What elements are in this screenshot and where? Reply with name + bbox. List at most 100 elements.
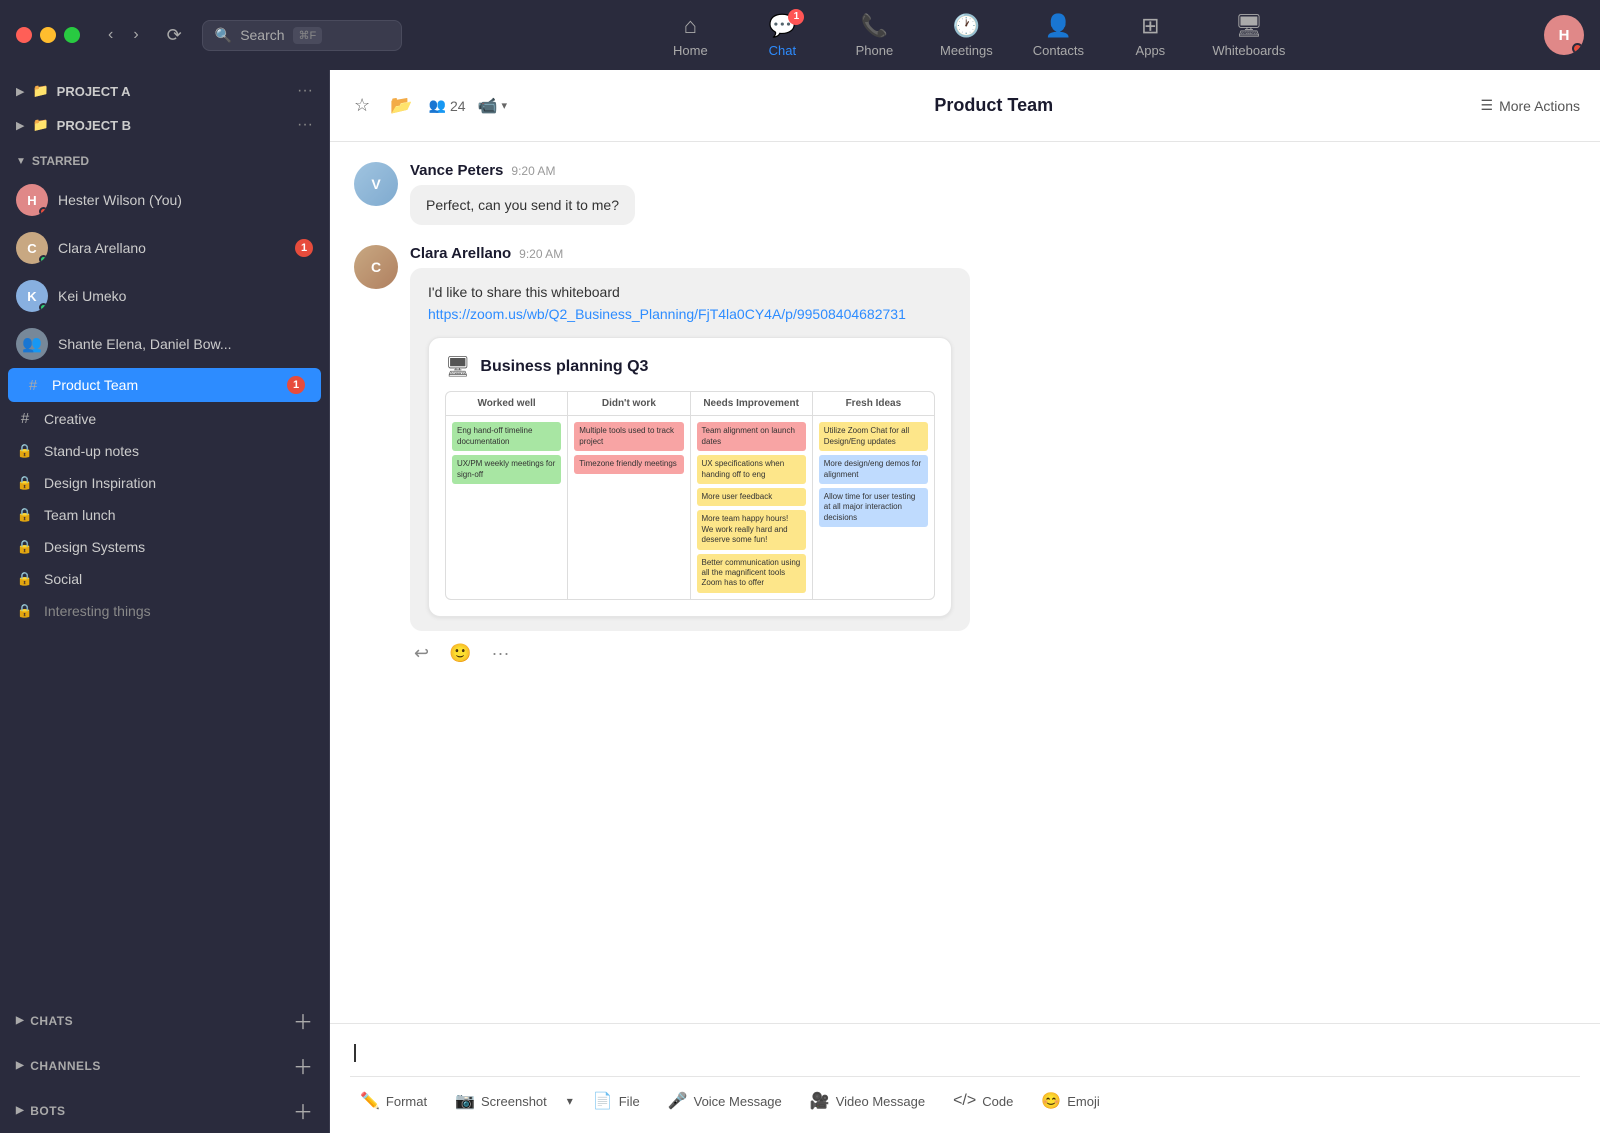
- messages-area[interactable]: V Vance Peters 9:20 AM Perfect, can you …: [330, 142, 1600, 1023]
- wb-col-2-header: Didn't work: [568, 392, 690, 415]
- folder-more-icon[interactable]: ···: [297, 82, 313, 100]
- search-bar[interactable]: 🔍 Search ⌘F: [202, 20, 402, 51]
- folder-icon: 📁: [32, 83, 48, 99]
- home-icon: ⌂: [684, 13, 697, 39]
- maximize-button[interactable]: [64, 27, 80, 43]
- add-bot-button[interactable]: ＋: [293, 1096, 313, 1125]
- message-group-vance: V Vance Peters 9:20 AM Perfect, can you …: [354, 162, 1576, 225]
- sidebar-item-social[interactable]: 🔒 Social: [0, 563, 329, 595]
- user-avatar-initials: H: [1559, 27, 1570, 44]
- tab-apps[interactable]: ⊞ Apps: [1120, 13, 1180, 58]
- message-actions: ↩ 🙂 ···: [410, 631, 1576, 672]
- format-button[interactable]: ✏️ Format: [350, 1085, 437, 1117]
- bots-section-header[interactable]: ▶ BOTS ＋: [0, 1088, 329, 1133]
- message-header-vance: Vance Peters 9:20 AM: [410, 162, 1576, 179]
- folder-project-a[interactable]: ▶ 📁 PROJECT A ···: [0, 74, 329, 108]
- chats-section-header[interactable]: ▶ CHATS ＋: [0, 998, 329, 1043]
- whiteboard-card[interactable]: 🖥 Business planning Q3 Worked well Didn'…: [428, 337, 952, 616]
- sticky-4-1: Utilize Zoom Chat for all Design/Eng upd…: [819, 422, 928, 451]
- sticky-4-3: Allow time for user testing at all major…: [819, 488, 928, 527]
- lock-icon-sys: 🔒: [16, 539, 34, 555]
- star-button[interactable]: ☆: [350, 91, 374, 120]
- sidebar-item-product-team[interactable]: # Product Team 1: [8, 368, 321, 402]
- voice-message-button[interactable]: 🎤 Voice Message: [658, 1085, 792, 1117]
- sidebar-item-hester[interactable]: H Hester Wilson (You): [0, 176, 329, 224]
- video-button[interactable]: 📹 ▾: [478, 96, 507, 116]
- sidebar-item-creative[interactable]: # Creative: [0, 402, 329, 435]
- tab-phone-label: Phone: [856, 43, 894, 58]
- file-button[interactable]: 📄 File: [583, 1085, 650, 1117]
- sidebar-item-creative-label: Creative: [44, 411, 96, 427]
- tab-meetings[interactable]: 🕐 Meetings: [936, 13, 996, 58]
- folder-b-more-icon[interactable]: ···: [297, 116, 313, 134]
- sticky-1-2: UX/PM weekly meetings for sign-off: [452, 455, 561, 484]
- code-icon: </>: [953, 1092, 976, 1110]
- user-avatar[interactable]: H: [1544, 15, 1584, 55]
- tab-chat-label: Chat: [769, 43, 796, 58]
- forward-button[interactable]: ›: [125, 22, 146, 48]
- back-button[interactable]: ‹: [100, 22, 121, 48]
- video-message-button[interactable]: 🎥 Video Message: [800, 1085, 935, 1117]
- tab-phone[interactable]: 📞 Phone: [844, 13, 904, 58]
- meetings-icon: 🕐: [953, 13, 980, 39]
- starred-header[interactable]: ▼ STARRED: [0, 146, 329, 176]
- sidebar-item-standup[interactable]: 🔒 Stand-up notes: [0, 435, 329, 467]
- code-button[interactable]: </> Code: [943, 1086, 1023, 1116]
- starred-label: STARRED: [32, 154, 89, 168]
- close-button[interactable]: [16, 27, 32, 43]
- sidebar-item-kei[interactable]: K Kei Umeko: [0, 272, 329, 320]
- wb-col-4-header: Fresh Ideas: [813, 392, 934, 415]
- sidebar-item-interesting-label: Interesting things: [44, 603, 151, 619]
- whiteboard-board: Worked well Didn't work Needs Improvemen…: [445, 391, 935, 599]
- sidebar-item-design-inspo[interactable]: 🔒 Design Inspiration: [0, 467, 329, 499]
- sidebar-item-kei-label: Kei Umeko: [58, 288, 126, 304]
- sticky-1-1: Eng hand-off timeline documentation: [452, 422, 561, 451]
- tab-whiteboards[interactable]: 🖥 Whiteboards: [1212, 13, 1285, 58]
- more-actions-label: More Actions: [1499, 98, 1580, 114]
- sender-vance: Vance Peters: [410, 162, 503, 179]
- wb-col-1-header: Worked well: [446, 392, 568, 415]
- folder-project-b[interactable]: ▶ 📁 PROJECT B ···: [0, 108, 329, 142]
- folder-project-b-label: PROJECT B: [57, 118, 131, 133]
- sidebar-item-design-sys[interactable]: 🔒 Design Systems: [0, 531, 329, 563]
- message-header-clara: Clara Arellano 9:20 AM: [410, 245, 1576, 262]
- hash-icon-product: #: [24, 377, 42, 394]
- apps-icon: ⊞: [1141, 13, 1159, 39]
- sidebar-item-group[interactable]: 👥 Shante Elena, Daniel Bow...: [0, 320, 329, 368]
- hash-icon-creative: #: [16, 410, 34, 427]
- tab-meetings-label: Meetings: [940, 43, 993, 58]
- chevron-right-channels: ▶: [16, 1060, 24, 1071]
- emoji-reaction-button[interactable]: 🙂: [445, 639, 475, 668]
- traffic-lights: [16, 27, 80, 43]
- sidebar-item-clara[interactable]: C Clara Arellano 1: [0, 224, 329, 272]
- text-input[interactable]: [350, 1036, 1580, 1076]
- wb-col-2: Multiple tools used to track project Tim…: [568, 416, 690, 598]
- add-channel-button[interactable]: ＋: [293, 1051, 313, 1080]
- whiteboard-link[interactable]: https://zoom.us/wb/Q2_Business_Planning/…: [428, 306, 906, 322]
- avatar-clara-msg: C: [354, 245, 398, 289]
- channels-section-header[interactable]: ▶ CHANNELS ＋: [0, 1043, 329, 1088]
- sticky-3-3: More user feedback: [697, 488, 806, 506]
- sidebar-item-interesting[interactable]: 🔒 Interesting things: [0, 595, 329, 627]
- members-button[interactable]: 👥 24: [429, 97, 466, 114]
- sidebar-bottom: ▶ CHATS ＋ ▶ CHANNELS ＋ ▶ BOTS ＋: [0, 998, 329, 1133]
- screenshot-button[interactable]: 📷 Screenshot: [445, 1085, 557, 1117]
- screenshot-dropdown-button[interactable]: ▾: [565, 1094, 575, 1108]
- more-message-actions-button[interactable]: ···: [488, 639, 514, 668]
- emoji-button[interactable]: 😊 Emoji: [1031, 1085, 1109, 1117]
- reply-button[interactable]: ↩: [410, 639, 433, 668]
- history-button[interactable]: ⟳: [159, 21, 190, 50]
- tab-home[interactable]: ⌂ Home: [660, 13, 720, 58]
- file-label: File: [619, 1094, 640, 1109]
- minimize-button[interactable]: [40, 27, 56, 43]
- sidebar-item-lunch-label: Team lunch: [44, 507, 116, 523]
- add-chat-button[interactable]: ＋: [293, 1006, 313, 1035]
- sidebar-item-team-lunch[interactable]: 🔒 Team lunch: [0, 499, 329, 531]
- message-content-clara: Clara Arellano 9:20 AM I'd like to share…: [410, 245, 1576, 672]
- status-dot-hester: [39, 207, 48, 216]
- lock-icon-social: 🔒: [16, 571, 34, 587]
- tab-chat[interactable]: 💬 Chat 1: [752, 13, 812, 58]
- tab-contacts[interactable]: 👤 Contacts: [1028, 13, 1088, 58]
- folder-button[interactable]: 📂: [386, 91, 416, 120]
- more-actions-button[interactable]: ☰ More Actions: [1481, 97, 1581, 114]
